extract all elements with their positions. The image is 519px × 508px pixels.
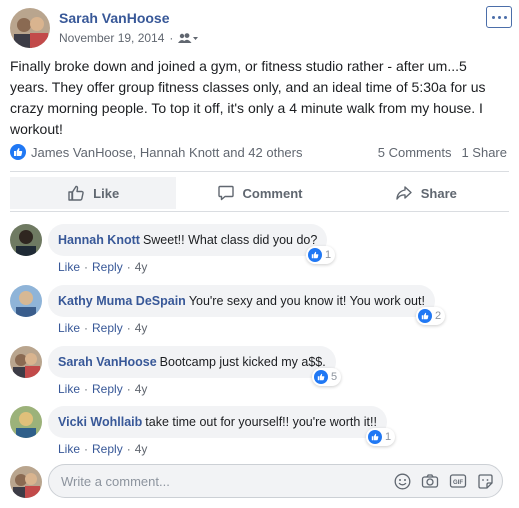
camera-icon[interactable] — [421, 473, 439, 489]
comments-count[interactable]: 5 Comments — [378, 145, 452, 160]
commenter-avatar[interactable] — [10, 346, 42, 378]
like-reaction-icon — [10, 144, 26, 160]
post-meta: November 19, 2014 · — [59, 31, 199, 45]
comment-button-label: Comment — [242, 185, 303, 201]
comment-text: You're sexy and you know it! You work ou… — [188, 294, 425, 308]
comment-reply-link[interactable]: Reply — [92, 382, 123, 396]
commenter-avatar[interactable] — [10, 224, 42, 256]
comment-composer: GIF — [48, 464, 503, 498]
commenter-name[interactable]: Kathy Muma DeSpain — [58, 294, 186, 308]
post-action-bar: Like Comment Share — [10, 177, 509, 209]
like-reaction-icon — [418, 309, 432, 323]
comment-actions: Like · Reply · 4y — [58, 321, 148, 335]
commenter-avatar[interactable] — [10, 406, 42, 438]
meta-separator: · — [169, 31, 174, 45]
comment-item: Hannah Knott Sweet!! What class did you d… — [10, 224, 509, 274]
like-button[interactable]: Like — [10, 177, 177, 209]
comment-reply-link[interactable]: Reply — [92, 442, 123, 456]
current-user-avatar[interactable] — [10, 466, 42, 498]
share-icon — [396, 186, 412, 200]
comment-reaction-count[interactable]: 2 — [416, 307, 446, 325]
gif-icon[interactable]: GIF — [449, 473, 467, 489]
post-card: Sarah VanHoose November 19, 2014 · Final… — [0, 0, 519, 508]
comment-like-count: 2 — [435, 310, 442, 322]
comment-item: Vicki Wohllaib take time out for yourself… — [10, 406, 509, 456]
author-avatar[interactable] — [10, 8, 50, 48]
comment-reply-link[interactable]: Reply — [92, 260, 123, 274]
commenter-name[interactable]: Vicki Wohllaib — [58, 415, 142, 429]
comment-actions: Like · Reply · 4y — [58, 442, 148, 456]
dot-icon — [497, 15, 501, 19]
share-button[interactable]: Share — [343, 177, 509, 209]
divider — [10, 211, 509, 212]
comment-reaction-count[interactable]: 5 — [312, 368, 342, 386]
comment-like-count: 1 — [385, 431, 392, 443]
like-button-label: Like — [93, 185, 120, 201]
comment-item: Sarah VanHoose Bootcamp just kicked my a$… — [10, 346, 509, 396]
share-button-label: Share — [420, 185, 457, 201]
reactions-row: James VanHoose, Hannah Knott and 42 othe… — [10, 142, 507, 162]
comment-bubble: Sarah VanHoose Bootcamp just kicked my a$… — [48, 346, 336, 378]
comment-bubble: Hannah Knott Sweet!! What class did you d… — [48, 224, 328, 256]
comment-item: Kathy Muma DeSpain You're sexy and you kn… — [10, 285, 509, 335]
thumbs-up-icon — [68, 185, 84, 201]
comment-like-link[interactable]: Like — [58, 442, 80, 456]
more-options-button[interactable] — [486, 6, 512, 28]
commenter-name[interactable]: Hannah Knott — [58, 233, 140, 247]
comment-text: Bootcamp just kicked my a$$. — [159, 355, 326, 369]
emoji-icon[interactable] — [394, 473, 411, 490]
dot-icon — [491, 15, 495, 19]
post-counts: 5 Comments 1 Share — [368, 145, 507, 160]
post-author-name[interactable]: Sarah VanHoose — [59, 10, 170, 26]
comment-button[interactable]: Comment — [176, 177, 342, 209]
comment-reaction-count[interactable]: 1 — [366, 428, 396, 446]
reactions-summary[interactable]: James VanHoose, Hannah Knott and 42 othe… — [31, 145, 303, 160]
comment-reply-link[interactable]: Reply — [92, 321, 123, 335]
comment-timestamp[interactable]: 4y — [135, 321, 148, 335]
sticker-icon[interactable] — [477, 473, 494, 490]
svg-text:GIF: GIF — [453, 480, 463, 486]
comment-like-count: 5 — [331, 371, 338, 383]
comment-like-link[interactable]: Like — [58, 260, 80, 274]
shares-count[interactable]: 1 Share — [461, 145, 507, 160]
composer-icons: GIF — [384, 473, 494, 490]
divider — [10, 171, 509, 172]
dot-icon — [503, 15, 507, 19]
post-date[interactable]: November 19, 2014 — [59, 31, 164, 45]
comment-icon — [217, 185, 234, 201]
post-body: Finally broke down and joined a gym, or … — [10, 58, 486, 137]
like-reaction-icon — [308, 248, 322, 262]
commenter-name[interactable]: Sarah VanHoose — [58, 355, 157, 369]
comment-actions: Like · Reply · 4y — [58, 382, 148, 396]
comment-text: Sweet!! What class did you do? — [142, 233, 318, 247]
like-reaction-icon — [368, 430, 382, 444]
comment-reaction-count[interactable]: 1 — [306, 246, 336, 264]
comment-like-link[interactable]: Like — [58, 321, 80, 335]
like-reaction-icon — [314, 370, 328, 384]
friends-icon[interactable] — [178, 33, 199, 43]
comment-timestamp[interactable]: 4y — [135, 442, 148, 456]
write-comment-input[interactable] — [61, 473, 384, 489]
comment-timestamp[interactable]: 4y — [135, 382, 148, 396]
comment-text: take time out for yourself!! you're wort… — [145, 415, 377, 429]
comment-actions: Like · Reply · 4y — [58, 260, 148, 274]
comment-like-count: 1 — [325, 249, 332, 261]
comment-bubble: Vicki Wohllaib take time out for yourself… — [48, 406, 387, 438]
comment-like-link[interactable]: Like — [58, 382, 80, 396]
commenter-avatar[interactable] — [10, 285, 42, 317]
comment-bubble: Kathy Muma DeSpain You're sexy and you kn… — [48, 285, 435, 317]
comment-timestamp[interactable]: 4y — [135, 260, 148, 274]
